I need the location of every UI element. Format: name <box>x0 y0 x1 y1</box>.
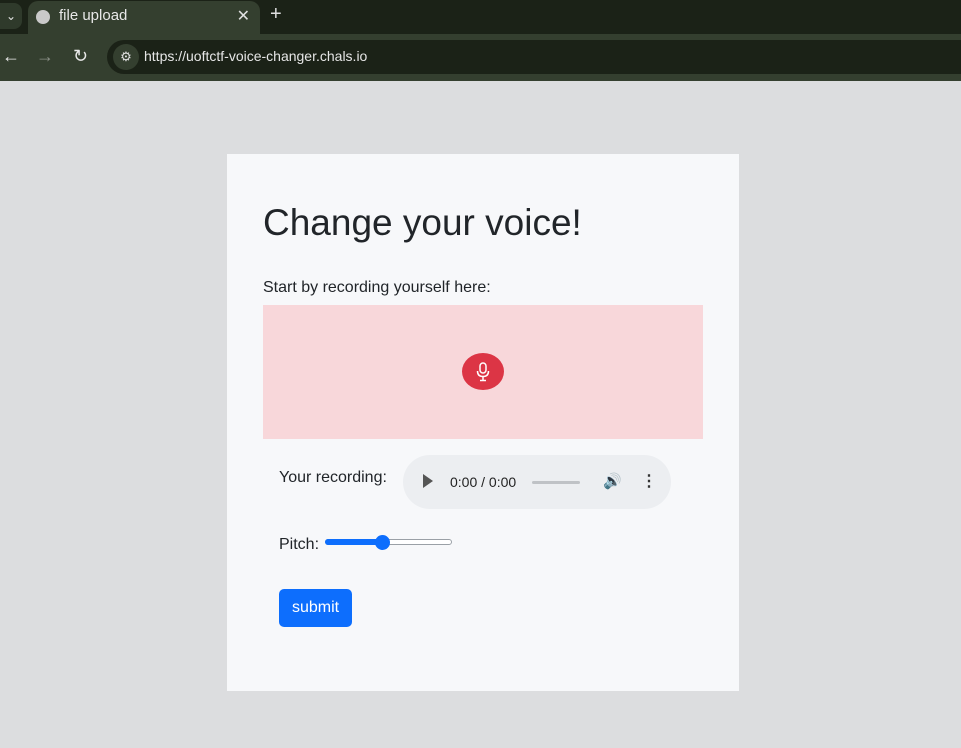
pitch-slider-thumb[interactable] <box>375 535 390 550</box>
pitch-label: Pitch: <box>279 536 320 553</box>
tab-search-button[interactable]: ⌄ <box>0 3 22 29</box>
forward-button[interactable]: → <box>36 46 54 67</box>
recording-area <box>263 305 703 439</box>
url-text[interactable]: https://uoftctf-voice-changer.chals.io <box>144 48 367 64</box>
site-info-icon[interactable]: ⚙ <box>113 44 139 70</box>
pitch-slider-fill <box>325 539 382 545</box>
submit-button[interactable]: submit <box>279 589 352 627</box>
microphone-icon <box>476 361 490 381</box>
audio-player: 0:00 / 0:00 🔊 ⋮ <box>403 455 671 509</box>
address-bar[interactable]: ⚙ https://uoftctf-voice-changer.chals.io <box>107 40 961 74</box>
new-tab-button[interactable]: + <box>270 3 282 26</box>
record-prompt: Start by recording yourself here: <box>263 279 491 296</box>
tab-bar: ⌄ file upload ✕ + <box>0 0 961 34</box>
voice-changer-card: Change your voice! Start by recording yo… <box>227 154 739 691</box>
more-options-icon[interactable]: ⋮ <box>641 471 657 491</box>
reload-button[interactable]: ↻ <box>73 46 88 67</box>
pitch-slider[interactable] <box>325 535 452 550</box>
browser-toolbar: ← → ↻ ⚙ https://uoftctf-voice-changer.ch… <box>0 34 961 81</box>
tab-title: file upload <box>59 7 128 24</box>
page-title: Change your voice! <box>263 202 582 243</box>
close-tab-icon[interactable]: ✕ <box>237 6 250 26</box>
back-button[interactable]: ← <box>2 46 20 67</box>
record-button[interactable] <box>462 353 504 390</box>
recording-label: Your recording: <box>279 469 387 486</box>
play-icon[interactable] <box>423 474 433 488</box>
globe-icon <box>36 10 50 24</box>
audio-time: 0:00 / 0:00 <box>450 474 517 490</box>
audio-seek-bar[interactable] <box>532 481 580 484</box>
volume-icon[interactable]: 🔊 <box>603 472 622 490</box>
browser-tab[interactable]: file upload ✕ <box>28 1 260 34</box>
